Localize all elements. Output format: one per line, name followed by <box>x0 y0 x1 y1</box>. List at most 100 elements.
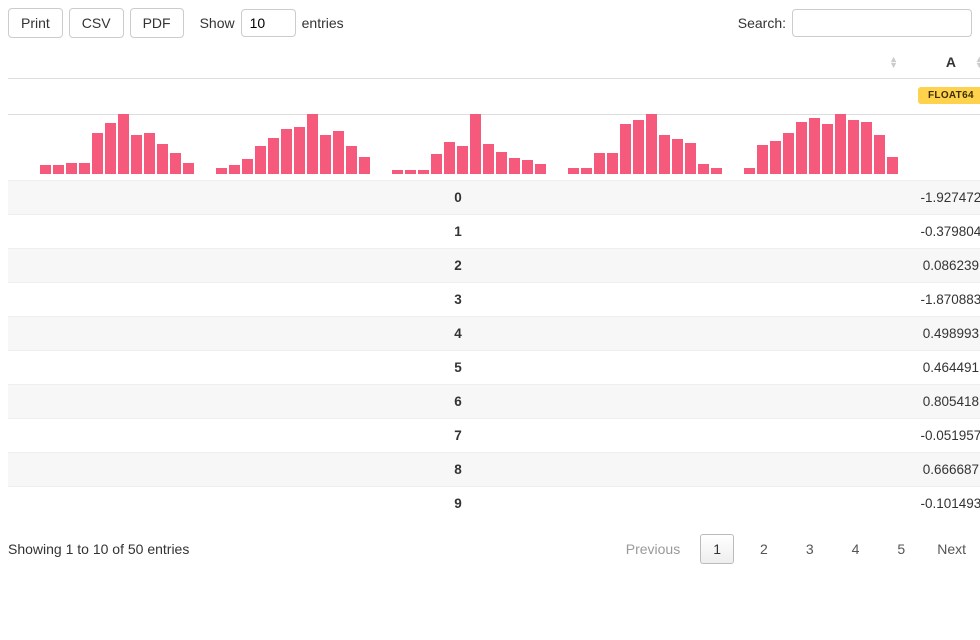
table-row: 40.498993-1.1129110.4223061.2835200.3447… <box>8 317 980 351</box>
table-info: Showing 1 to 10 of 50 entries <box>8 541 189 557</box>
histogram-bar <box>40 165 51 174</box>
histogram-bar <box>105 123 116 174</box>
csv-button[interactable]: CSV <box>69 8 124 38</box>
table-row: 7-0.0519570.912340-0.8059520.491427-0.93… <box>8 419 980 453</box>
cell: 0.666687 <box>908 453 980 487</box>
histogram-bar <box>620 124 631 174</box>
histogram-bar <box>157 144 168 174</box>
column-header-a[interactable]: A ▲▼ <box>908 46 980 79</box>
histogram-bar <box>757 145 768 174</box>
histogram-bar <box>457 146 468 174</box>
table-row: 1-0.379804-0.6468070.045178-0.3322980.59… <box>8 215 980 249</box>
histogram-bar <box>444 142 455 174</box>
cell: -1.927472 <box>908 181 980 215</box>
column-header-index[interactable]: ▲▼ <box>8 46 908 79</box>
cell: -0.101493 <box>908 487 980 521</box>
histogram-bar <box>861 122 872 174</box>
histogram-bar <box>268 138 279 174</box>
pager-page-5[interactable]: 5 <box>885 535 917 563</box>
histogram-bar <box>418 170 429 174</box>
histogram-bar <box>887 157 898 174</box>
pager-page-1[interactable]: 1 <box>700 534 734 564</box>
table-row: 9-0.101493-0.8641940.171102-0.034482-0.3… <box>8 487 980 521</box>
histogram-bar <box>659 135 670 174</box>
search-label: Search: <box>738 15 786 31</box>
histogram-bar <box>281 129 292 174</box>
table-row: 60.805418-0.0269040.168411-0.0389130.032… <box>8 385 980 419</box>
cell: -0.379804 <box>908 215 980 249</box>
histogram-bar <box>392 170 403 174</box>
cell: -1.870883 <box>908 283 980 317</box>
histogram-bar <box>307 114 318 174</box>
histogram-bar <box>346 146 357 174</box>
histogram-bar <box>79 163 90 174</box>
histogram-bar <box>170 153 181 174</box>
cell: 0.464491 <box>908 351 980 385</box>
histogram-a <box>40 109 194 174</box>
column-header-label: A <box>946 54 956 70</box>
pager-page-3[interactable]: 3 <box>794 535 826 563</box>
histogram-bar <box>144 133 155 174</box>
histogram-bar <box>431 154 442 174</box>
histogram-bar <box>633 120 644 174</box>
histogram-bar <box>744 168 755 174</box>
histogram-bar <box>470 114 481 174</box>
table-row: 3-1.870883-1.1834830.9505571.5064390.065… <box>8 283 980 317</box>
histogram-bar <box>698 164 709 174</box>
histogram-bar <box>294 127 305 174</box>
histogram-bar <box>594 153 605 174</box>
histogram-e <box>744 109 898 174</box>
cell: 0.498993 <box>908 317 980 351</box>
pdf-button[interactable]: PDF <box>130 8 184 38</box>
pager-next[interactable]: Next <box>931 537 972 561</box>
histogram-d <box>568 109 722 174</box>
histogram-bar <box>646 114 657 174</box>
row-index: 9 <box>8 487 908 521</box>
histogram-bar <box>711 168 722 174</box>
histogram-bar <box>483 144 494 174</box>
row-index: 3 <box>8 283 908 317</box>
page-length-input[interactable] <box>241 9 296 37</box>
sort-icon: ▲▼ <box>975 56 980 68</box>
pager-previous[interactable]: Previous <box>620 537 686 561</box>
histogram-c <box>392 109 546 174</box>
histogram-bar <box>496 152 507 174</box>
histogram-bar <box>66 163 77 174</box>
histogram-bar <box>581 168 592 174</box>
histogram-bar <box>405 170 416 174</box>
table-row: 20.0862391.4084800.423698-0.7892481.0312… <box>8 249 980 283</box>
histogram-bar <box>255 146 266 174</box>
histogram-bar <box>522 160 533 174</box>
histogram-bar <box>320 135 331 174</box>
histogram-bar <box>118 114 129 174</box>
search-input[interactable] <box>792 9 972 37</box>
histogram-bar <box>809 118 820 174</box>
table-row: 80.6666870.484633-0.612099-0.249703-0.49… <box>8 453 980 487</box>
histogram-bar <box>822 124 833 174</box>
pager-page-4[interactable]: 4 <box>840 535 872 563</box>
histogram-bar <box>607 153 618 174</box>
histogram-bar <box>242 159 253 174</box>
row-index: 6 <box>8 385 908 419</box>
histogram-bar <box>92 133 103 174</box>
row-index: 8 <box>8 453 908 487</box>
pager-page-2[interactable]: 2 <box>748 535 780 563</box>
histogram-bar <box>672 139 683 174</box>
histogram-bar <box>509 158 520 174</box>
row-index: 5 <box>8 351 908 385</box>
histogram-bar <box>359 157 370 174</box>
histogram-bar <box>535 164 546 174</box>
print-button[interactable]: Print <box>8 8 63 38</box>
histogram-bar <box>53 165 64 174</box>
row-index: 7 <box>8 419 908 453</box>
row-index: 0 <box>8 181 908 215</box>
histogram-bar <box>874 135 885 174</box>
row-index: 2 <box>8 249 908 283</box>
histogram-bar <box>183 163 194 174</box>
row-index: 4 <box>8 317 908 351</box>
histogram-bar <box>216 168 227 174</box>
table-row: 50.464491-0.279040-1.783963-0.105274-0.6… <box>8 351 980 385</box>
histogram-bar <box>568 168 579 174</box>
histogram-bar <box>685 143 696 174</box>
histogram-bar <box>333 131 344 174</box>
